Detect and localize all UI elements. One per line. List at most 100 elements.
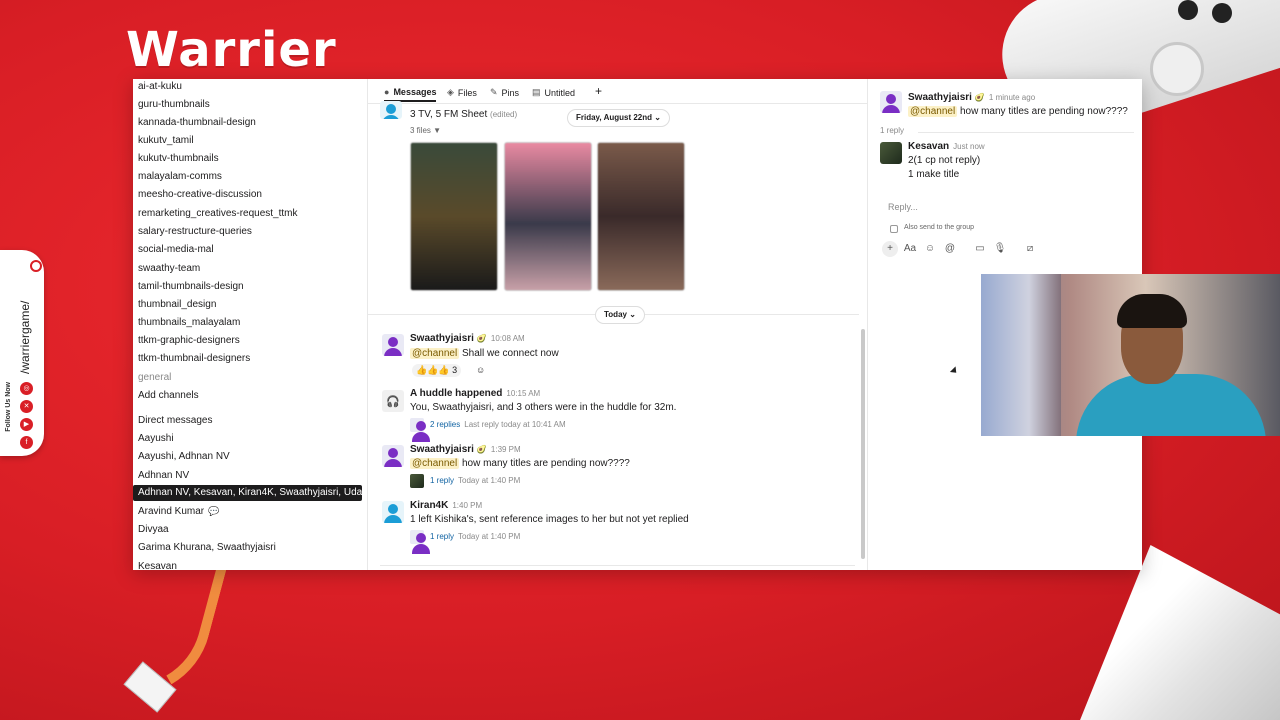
- microphone-icon[interactable]: 🎙: [992, 241, 1008, 257]
- message-text: @channel how many titles are pending now…: [908, 106, 1128, 117]
- youtube-icon[interactable]: ▶: [20, 418, 33, 431]
- also-send-checkbox[interactable]: [890, 225, 898, 233]
- thread-replies-link[interactable]: 1 reply Today at 1:40 PM: [430, 476, 520, 485]
- avatar[interactable]: [382, 501, 404, 523]
- sidebar-channel-general[interactable]: general: [138, 372, 171, 383]
- avatar[interactable]: [382, 445, 404, 467]
- message-body: Shall we connect now: [461, 348, 559, 359]
- sidebar-dm-active[interactable]: Adhnan NV, Kesavan, Kiran4K, Swaathyjais…: [133, 485, 367, 501]
- sidebar-channel[interactable]: kannada-thumbnail-design: [138, 117, 256, 128]
- message-text: @channel how many titles are pending now…: [410, 458, 630, 469]
- controller-button-decoration: [1212, 3, 1232, 23]
- composer-edge: [380, 565, 855, 566]
- message-author[interactable]: Kesavan Just now: [908, 141, 985, 152]
- canvas-icon: ▤: [532, 87, 541, 97]
- reaction-pill[interactable]: 👍👍👍 3: [412, 364, 462, 377]
- tab-pins[interactable]: ✎ Pins: [490, 87, 519, 98]
- reply-input[interactable]: Reply...: [888, 202, 918, 212]
- emoji-icon[interactable]: ☺: [922, 241, 938, 257]
- files-count: 3 files: [410, 126, 431, 135]
- edited-tag: (edited): [490, 110, 518, 119]
- message-text: 2(1 cp not reply): [908, 155, 981, 166]
- author-name: Swaathyjaisri: [410, 333, 474, 344]
- mention[interactable]: @channel: [410, 348, 460, 359]
- date-label: Friday, August 22nd: [576, 113, 653, 122]
- message-author[interactable]: Swaathyjaisri 🥑 10:08 AM: [410, 333, 525, 344]
- date-divider-pill[interactable]: Friday, August 22nd ⌄: [567, 109, 670, 127]
- thread-reply-count: 1 reply: [880, 126, 905, 135]
- sidebar-channel[interactable]: social-media-mal: [138, 244, 214, 255]
- video-icon[interactable]: ▭: [972, 241, 988, 257]
- scrollbar[interactable]: [861, 329, 865, 559]
- sidebar-channel[interactable]: ttkm-graphic-designers: [138, 335, 240, 346]
- avatar[interactable]: [880, 91, 902, 113]
- sidebar-channel[interactable]: thumbnails_malayalam: [138, 317, 240, 328]
- author-name: Swaathyjaisri: [410, 444, 474, 455]
- sidebar-channel[interactable]: guru-thumbnails: [138, 99, 210, 110]
- sidebar-dm[interactable]: Divyaa: [138, 524, 169, 535]
- instagram-icon[interactable]: ◎: [20, 382, 33, 395]
- plus-icon[interactable]: +: [882, 241, 898, 257]
- status-emoji-icon: 🥑: [476, 334, 487, 343]
- sidebar-channel[interactable]: meesho-creative-discussion: [138, 189, 262, 200]
- sidebar: ai-at-kuku guru-thumbnails kannada-thumb…: [133, 79, 367, 570]
- message-time: 10:08 AM: [490, 334, 525, 343]
- shortcuts-icon[interactable]: ⧄: [1022, 241, 1038, 257]
- reply-count: 1 reply: [430, 476, 455, 485]
- message-body: how many titles are pending now????: [959, 106, 1128, 117]
- thumbnail-image[interactable]: [597, 142, 685, 291]
- sidebar-channel[interactable]: malayalam-comms: [138, 171, 222, 182]
- follow-label: Follow Us Now: [5, 382, 12, 432]
- sidebar-channel[interactable]: tamil-thumbnails-design: [138, 281, 244, 292]
- message-author[interactable]: Swaathyjaisri 🥑 1 minute ago: [908, 92, 1035, 103]
- add-channels-button[interactable]: Add channels: [138, 390, 199, 401]
- x-icon[interactable]: ✕: [20, 400, 33, 413]
- avatar[interactable]: [880, 142, 902, 164]
- tab-messages[interactable]: ● Messages: [384, 87, 437, 102]
- message-body: 3 TV, 5 FM Sheet: [410, 109, 488, 120]
- sidebar-channel[interactable]: kukutv_tamil: [138, 135, 194, 146]
- chevron-down-icon: ⌄: [629, 310, 636, 319]
- thread-replies-link[interactable]: 2 replies Last reply today at 10:41 AM: [430, 420, 566, 429]
- sidebar-dm[interactable]: Adhnan NV: [138, 470, 189, 481]
- sidebar-channel[interactable]: kukutv-thumbnails: [138, 153, 219, 164]
- message-time: Just now: [953, 142, 985, 151]
- sidebar-dm[interactable]: Aayushi, Adhnan NV: [138, 451, 230, 462]
- sidebar-channel[interactable]: ai-at-kuku: [138, 81, 182, 92]
- sidebar-channel[interactable]: remarketing_creatives-request_ttmk: [138, 208, 298, 219]
- sidebar-dm[interactable]: Garima Khurana, Swaathyjaisri: [138, 542, 276, 553]
- mention-icon[interactable]: @: [942, 241, 958, 257]
- add-reaction-icon[interactable]: ☺: [472, 364, 489, 376]
- reply-count: 2 replies: [430, 420, 461, 429]
- tab-untitled[interactable]: ▤ Untitled: [532, 87, 575, 98]
- facebook-icon[interactable]: f: [20, 436, 33, 449]
- tab-files[interactable]: ◈ Files: [447, 87, 477, 98]
- today-pill[interactable]: Today ⌄: [595, 306, 645, 324]
- controller-button-decoration: [1178, 0, 1198, 20]
- sidebar-channel[interactable]: ttkm-thumbnail-designers: [138, 353, 250, 364]
- author-name: Kiran4K: [410, 500, 449, 511]
- tab-label: Messages: [393, 87, 437, 97]
- thumbnail-image[interactable]: [504, 142, 592, 291]
- sidebar-channel[interactable]: thumbnail_design: [138, 299, 216, 310]
- sidebar-channel[interactable]: swaathy-team: [138, 263, 200, 274]
- sidebar-dm[interactable]: Aravind Kumar 💬: [138, 506, 219, 517]
- message-author[interactable]: Swaathyjaisri 🥑 1:39 PM: [410, 444, 521, 455]
- thumbnail-image[interactable]: [410, 142, 498, 291]
- sidebar-channel[interactable]: salary-restructure-queries: [138, 226, 252, 237]
- thread-replies-link[interactable]: 1 reply Today at 1:40 PM: [430, 532, 520, 541]
- webcam-person: [1076, 374, 1266, 436]
- mention[interactable]: @channel: [908, 106, 958, 117]
- avatar[interactable]: [382, 334, 404, 356]
- mention[interactable]: @channel: [410, 458, 460, 469]
- direct-messages-header[interactable]: Direct messages: [138, 415, 212, 426]
- sidebar-dm[interactable]: Aayushi: [138, 433, 174, 444]
- files-icon: ◈: [447, 87, 454, 97]
- avatar[interactable]: [380, 101, 402, 119]
- tab-label: Pins: [501, 87, 520, 98]
- message-author[interactable]: Kiran4K 1:40 PM: [410, 500, 482, 511]
- add-tab-button[interactable]: +: [595, 84, 602, 98]
- sidebar-dm[interactable]: Kesavan: [138, 561, 177, 570]
- files-toggle[interactable]: 3 files ▼: [410, 126, 441, 135]
- format-icon[interactable]: Aa: [902, 241, 918, 257]
